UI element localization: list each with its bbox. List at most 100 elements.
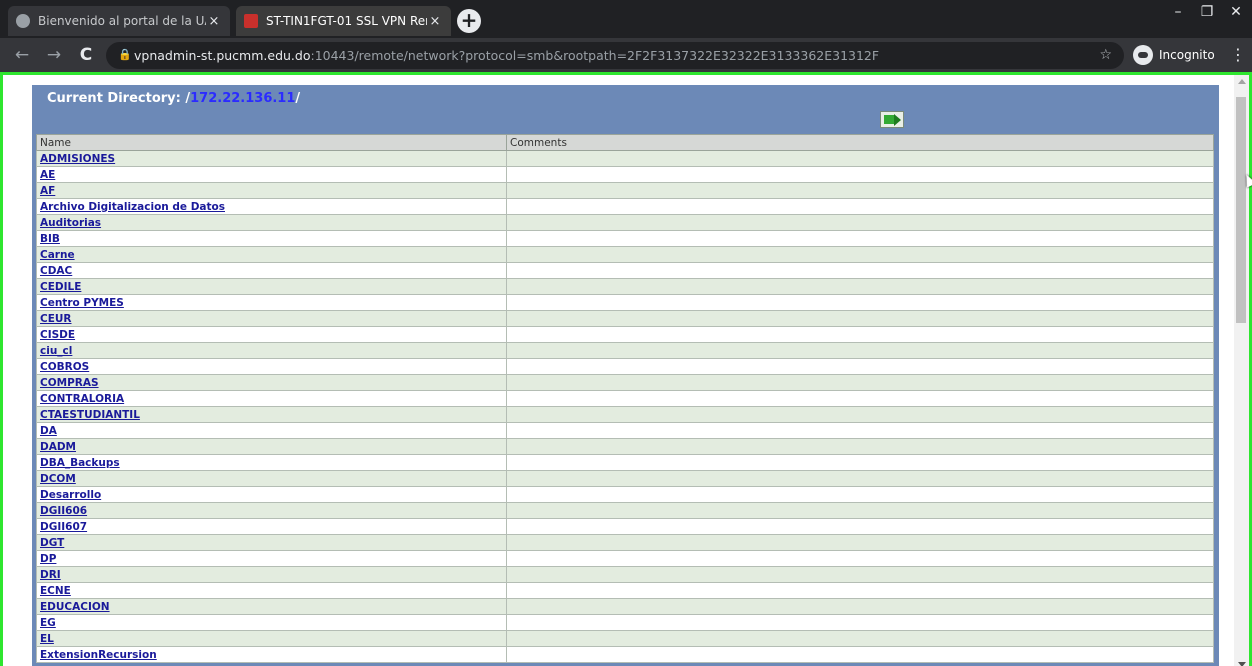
name-cell: EG bbox=[36, 614, 507, 631]
folder-link[interactable]: DADM bbox=[40, 441, 76, 453]
table-row: COMPRAS bbox=[36, 374, 1214, 391]
folder-link[interactable]: COMPRAS bbox=[40, 377, 99, 389]
vertical-scrollbar[interactable] bbox=[1234, 75, 1249, 666]
name-cell: DA bbox=[36, 422, 507, 439]
folder-link[interactable]: CEDILE bbox=[40, 281, 81, 293]
table-row: CEUR bbox=[36, 310, 1214, 327]
name-cell: DGII606 bbox=[36, 502, 507, 519]
comment-cell bbox=[506, 278, 1214, 295]
comment-cell bbox=[506, 246, 1214, 263]
tab-portal-uar[interactable]: Bienvenido al portal de la UAR × bbox=[8, 6, 230, 36]
folder-link[interactable]: EDUCACION bbox=[40, 601, 110, 613]
folder-link[interactable]: CONTRALORIA bbox=[40, 393, 124, 405]
folder-link[interactable]: DCOM bbox=[40, 473, 76, 485]
table-row: ExtensionRecursion bbox=[36, 646, 1214, 663]
current-directory-link[interactable]: 172.22.136.11 bbox=[190, 91, 295, 106]
back-button[interactable]: ← bbox=[10, 43, 34, 67]
folder-link[interactable]: CDAC bbox=[40, 265, 72, 277]
name-cell: CTAESTUDIANTIL bbox=[36, 406, 507, 423]
browser-toolbar: ← → C 🔒 vpnadmin-st.pucmm.edu.do:10443/r… bbox=[0, 38, 1252, 72]
url-text[interactable]: vpnadmin-st.pucmm.edu.do:10443/remote/ne… bbox=[134, 42, 879, 69]
folder-link[interactable]: DA bbox=[40, 425, 57, 437]
tab-close-button[interactable]: × bbox=[206, 14, 222, 29]
comment-cell bbox=[506, 326, 1214, 343]
comment-cell bbox=[506, 582, 1214, 599]
tab-ssl-vpn[interactable]: ST-TIN1FGT-01 SSL VPN Remote × bbox=[236, 6, 451, 36]
bookmark-star-icon[interactable]: ☆ bbox=[1099, 42, 1112, 69]
scrollbar-thumb[interactable] bbox=[1236, 97, 1246, 323]
table-row: DGII606 bbox=[36, 502, 1214, 519]
table-row: AF bbox=[36, 182, 1214, 199]
folder-link[interactable]: CISDE bbox=[40, 329, 75, 341]
reload-button[interactable]: C bbox=[74, 43, 98, 67]
comment-cell bbox=[506, 342, 1214, 359]
folder-link[interactable]: EL bbox=[40, 633, 54, 645]
table-row: BIB bbox=[36, 230, 1214, 247]
minimize-button[interactable]: – bbox=[1164, 0, 1192, 24]
table-row: DCOM bbox=[36, 470, 1214, 487]
restore-button[interactable]: ❐ bbox=[1193, 0, 1221, 24]
column-header-name[interactable]: Name bbox=[36, 134, 507, 151]
folder-link[interactable]: AF bbox=[40, 185, 55, 197]
name-cell: DRI bbox=[36, 566, 507, 583]
folder-link[interactable]: Centro PYMES bbox=[40, 297, 124, 309]
folder-link[interactable]: Archivo Digitalizacion de Datos bbox=[40, 201, 225, 213]
name-cell: BIB bbox=[36, 230, 507, 247]
close-window-button[interactable]: ✕ bbox=[1222, 0, 1250, 24]
column-header-comments[interactable]: Comments bbox=[506, 134, 1214, 151]
comment-cell bbox=[506, 566, 1214, 583]
folder-link[interactable]: COBROS bbox=[40, 361, 89, 373]
scroll-down-icon[interactable] bbox=[1238, 662, 1246, 666]
folder-link[interactable]: CTAESTUDIANTIL bbox=[40, 409, 140, 421]
folder-link[interactable]: DGII606 bbox=[40, 505, 87, 517]
folder-link[interactable]: DBA_Backups bbox=[40, 457, 120, 469]
folder-up-icon[interactable] bbox=[880, 111, 904, 128]
new-tab-button[interactable]: + bbox=[457, 9, 481, 33]
comment-cell bbox=[506, 150, 1214, 167]
incognito-indicator[interactable]: Incognito bbox=[1133, 44, 1215, 66]
folder-link[interactable]: DP bbox=[40, 553, 56, 565]
table-row: DGII607 bbox=[36, 518, 1214, 535]
name-cell: AE bbox=[36, 166, 507, 183]
forward-button[interactable]: → bbox=[42, 43, 66, 67]
folder-link[interactable]: ADMISIONES bbox=[40, 153, 115, 165]
folder-link[interactable]: Carne bbox=[40, 249, 75, 261]
comment-cell bbox=[506, 422, 1214, 439]
table-row: CEDILE bbox=[36, 278, 1214, 295]
incognito-label: Incognito bbox=[1159, 48, 1215, 62]
folder-link[interactable]: EG bbox=[40, 617, 56, 629]
name-cell: Archivo Digitalizacion de Datos bbox=[36, 198, 507, 215]
table-row: EL bbox=[36, 630, 1214, 647]
folder-link[interactable]: AE bbox=[40, 169, 55, 181]
folder-link[interactable]: DRI bbox=[40, 569, 61, 581]
folder-link[interactable]: Desarrollo bbox=[40, 489, 101, 501]
folder-link[interactable]: ECNE bbox=[40, 585, 71, 597]
browser-menu-button[interactable]: ⋮ bbox=[1230, 43, 1246, 67]
name-cell: DBA_Backups bbox=[36, 454, 507, 471]
name-cell: ExtensionRecursion bbox=[36, 646, 507, 663]
scroll-up-icon[interactable] bbox=[1238, 79, 1246, 84]
table-row: DGT bbox=[36, 534, 1214, 551]
lock-icon[interactable]: 🔒 bbox=[118, 48, 132, 61]
table-row: ECNE bbox=[36, 582, 1214, 599]
current-directory-label: Current Directory: bbox=[47, 91, 181, 106]
current-directory-prefix: / bbox=[180, 91, 191, 106]
table-row: EG bbox=[36, 614, 1214, 631]
folder-link[interactable]: ciu_cl bbox=[40, 345, 72, 357]
comment-cell bbox=[506, 198, 1214, 215]
address-bar[interactable]: 🔒 vpnadmin-st.pucmm.edu.do:10443/remote/… bbox=[106, 42, 1124, 69]
incognito-icon bbox=[1133, 45, 1153, 65]
tab-close-button[interactable]: × bbox=[427, 14, 443, 29]
comment-cell bbox=[506, 614, 1214, 631]
table-row: Archivo Digitalizacion de Datos bbox=[36, 198, 1214, 215]
folder-link[interactable]: CEUR bbox=[40, 313, 72, 325]
table-row: CISDE bbox=[36, 326, 1214, 343]
folder-link[interactable]: DGT bbox=[40, 537, 64, 549]
name-cell: DADM bbox=[36, 438, 507, 455]
table-row: DRI bbox=[36, 566, 1214, 583]
fortinet-icon bbox=[244, 14, 258, 28]
folder-link[interactable]: ExtensionRecursion bbox=[40, 649, 157, 661]
folder-link[interactable]: BIB bbox=[40, 233, 60, 245]
folder-link[interactable]: DGII607 bbox=[40, 521, 87, 533]
folder-link[interactable]: Auditorias bbox=[40, 217, 101, 229]
